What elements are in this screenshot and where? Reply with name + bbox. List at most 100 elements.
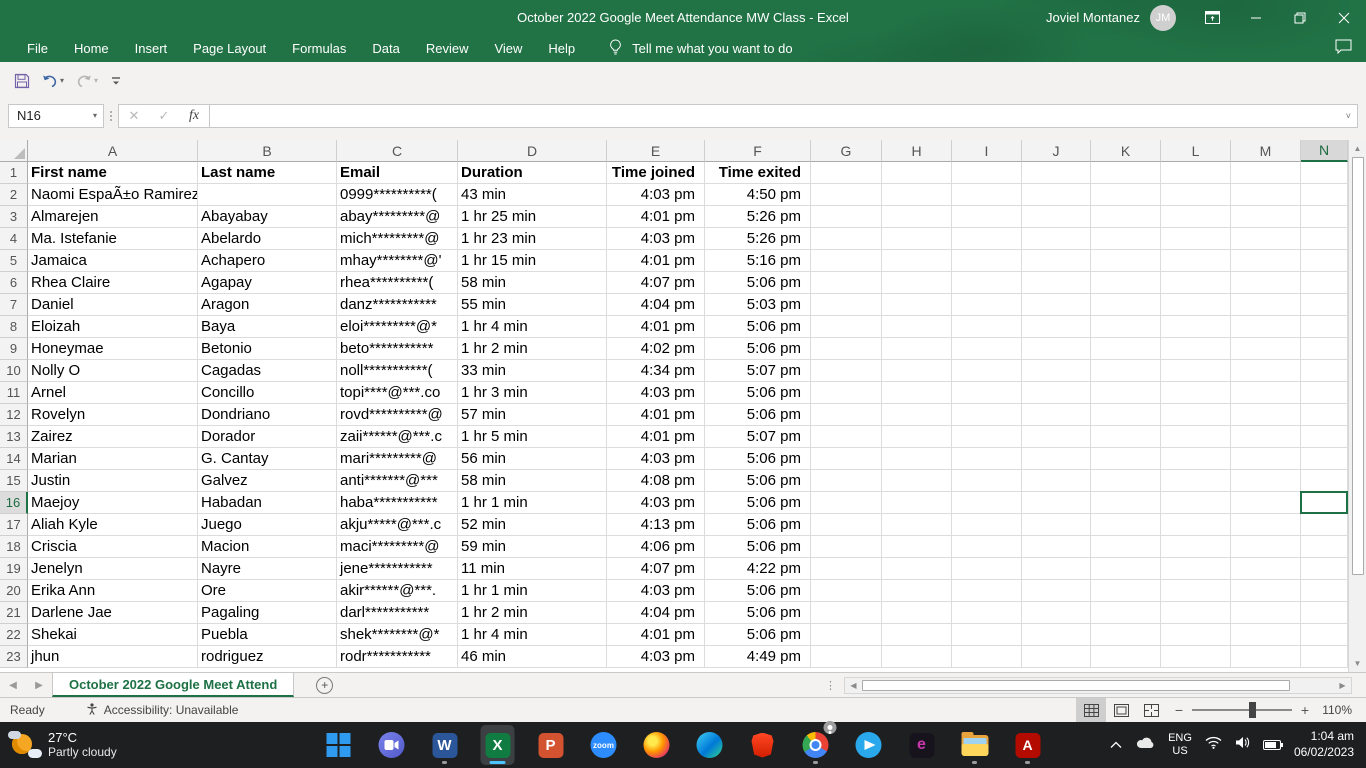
cell-B9[interactable]: Betonio [198,338,337,360]
row-header-12[interactable]: 12 [0,404,28,426]
cell-B21[interactable]: Pagaling [198,602,337,624]
cell-M4[interactable] [1231,228,1301,250]
cell-E10[interactable]: 4:34 pm [607,360,705,382]
cell-M11[interactable] [1231,382,1301,404]
ribbon-tab-help[interactable]: Help [535,35,588,62]
cell-J10[interactable] [1022,360,1091,382]
cell-D1[interactable]: Duration [458,162,607,184]
scroll-right-icon[interactable]: ▶ [1334,678,1351,693]
cell-C13[interactable]: zaii******@***.c [337,426,458,448]
cell-E5[interactable]: 4:01 pm [607,250,705,272]
cell-J20[interactable] [1022,580,1091,602]
clock[interactable]: 1:04 am 06/02/2023 [1294,729,1354,760]
cell-D11[interactable]: 1 hr 3 min [458,382,607,404]
cell-D15[interactable]: 58 min [458,470,607,492]
cell-I1[interactable] [952,162,1022,184]
cell-C1[interactable]: Email [337,162,458,184]
row-header-8[interactable]: 8 [0,316,28,338]
normal-view-icon[interactable] [1076,698,1106,722]
cell-B4[interactable]: Abelardo [198,228,337,250]
cell-C9[interactable]: beto*********** [337,338,458,360]
cell-G20[interactable] [811,580,882,602]
cell-K16[interactable] [1091,492,1161,514]
volume-icon[interactable] [1235,736,1250,754]
cell-D4[interactable]: 1 hr 23 min [458,228,607,250]
cell-K7[interactable] [1091,294,1161,316]
sheet-tab-active[interactable]: October 2022 Google Meet Attend [52,673,294,697]
cell-F2[interactable]: 4:50 pm [705,184,811,206]
cell-C15[interactable]: anti*******@*** [337,470,458,492]
cell-F23[interactable]: 4:49 pm [705,646,811,668]
cell-G2[interactable] [811,184,882,206]
cell-F16[interactable]: 5:06 pm [705,492,811,514]
column-header-G[interactable]: G [811,140,882,162]
cell-B10[interactable]: Cagadas [198,360,337,382]
cell-I22[interactable] [952,624,1022,646]
cell-B18[interactable]: Macion [198,536,337,558]
cell-A6[interactable]: Rhea Claire [28,272,198,294]
cell-H4[interactable] [882,228,952,250]
cell-M21[interactable] [1231,602,1301,624]
cell-C17[interactable]: akju*****@***.c [337,514,458,536]
cell-G1[interactable] [811,162,882,184]
cell-D9[interactable]: 1 hr 2 min [458,338,607,360]
cell-E15[interactable]: 4:08 pm [607,470,705,492]
cell-D7[interactable]: 55 min [458,294,607,316]
cell-F13[interactable]: 5:07 pm [705,426,811,448]
cell-B16[interactable]: Habadan [198,492,337,514]
ribbon-tab-view[interactable]: View [481,35,535,62]
cell-M8[interactable] [1231,316,1301,338]
cell-H23[interactable] [882,646,952,668]
cell-B14[interactable]: G. Cantay [198,448,337,470]
cell-F8[interactable]: 5:06 pm [705,316,811,338]
row-header-23[interactable]: 23 [0,646,28,668]
cell-M10[interactable] [1231,360,1301,382]
ribbon-tab-page-layout[interactable]: Page Layout [180,35,279,62]
cell-E3[interactable]: 4:01 pm [607,206,705,228]
cell-G19[interactable] [811,558,882,580]
cell-H20[interactable] [882,580,952,602]
cell-I15[interactable] [952,470,1022,492]
column-header-C[interactable]: C [337,140,458,162]
cell-L15[interactable] [1161,470,1231,492]
cell-L18[interactable] [1161,536,1231,558]
tray-chevron-icon[interactable] [1110,736,1122,754]
cell-D5[interactable]: 1 hr 15 min [458,250,607,272]
cell-D17[interactable]: 52 min [458,514,607,536]
cell-H11[interactable] [882,382,952,404]
cell-L13[interactable] [1161,426,1231,448]
cell-H17[interactable] [882,514,952,536]
horizontal-scrollbar[interactable]: ◀ ▶ [844,677,1352,694]
cell-E1[interactable]: Time joined [607,162,705,184]
ribbon-tab-home[interactable]: Home [61,35,122,62]
cell-G13[interactable] [811,426,882,448]
ribbon-display-options-icon[interactable] [1190,0,1234,35]
taskbar-icon-word[interactable]: W [428,725,462,765]
cell-J2[interactable] [1022,184,1091,206]
row-header-5[interactable]: 5 [0,250,28,272]
close-button[interactable] [1322,0,1366,35]
cancel-entry-icon[interactable]: ✕ [119,108,149,124]
cell-K13[interactable] [1091,426,1161,448]
cell-A9[interactable]: Honeymae [28,338,198,360]
cell-C14[interactable]: mari*********@ [337,448,458,470]
cell-L16[interactable] [1161,492,1231,514]
cell-C19[interactable]: jene*********** [337,558,458,580]
ribbon-tab-insert[interactable]: Insert [122,35,181,62]
redo-dropdown-icon[interactable]: ▾ [94,76,98,85]
cell-B8[interactable]: Baya [198,316,337,338]
cell-E14[interactable]: 4:03 pm [607,448,705,470]
cell-A1[interactable]: First name [28,162,198,184]
cell-F14[interactable]: 5:06 pm [705,448,811,470]
name-box-dropdown-icon[interactable]: ▾ [93,111,97,120]
cell-B7[interactable]: Aragon [198,294,337,316]
cell-M15[interactable] [1231,470,1301,492]
column-header-A[interactable]: A [28,140,198,162]
cell-K22[interactable] [1091,624,1161,646]
cell-L21[interactable] [1161,602,1231,624]
cell-E19[interactable]: 4:07 pm [607,558,705,580]
cell-D2[interactable]: 43 min [458,184,607,206]
cell-H15[interactable] [882,470,952,492]
cell-M17[interactable] [1231,514,1301,536]
taskbar-icon-powerpoint[interactable]: P [534,725,568,765]
